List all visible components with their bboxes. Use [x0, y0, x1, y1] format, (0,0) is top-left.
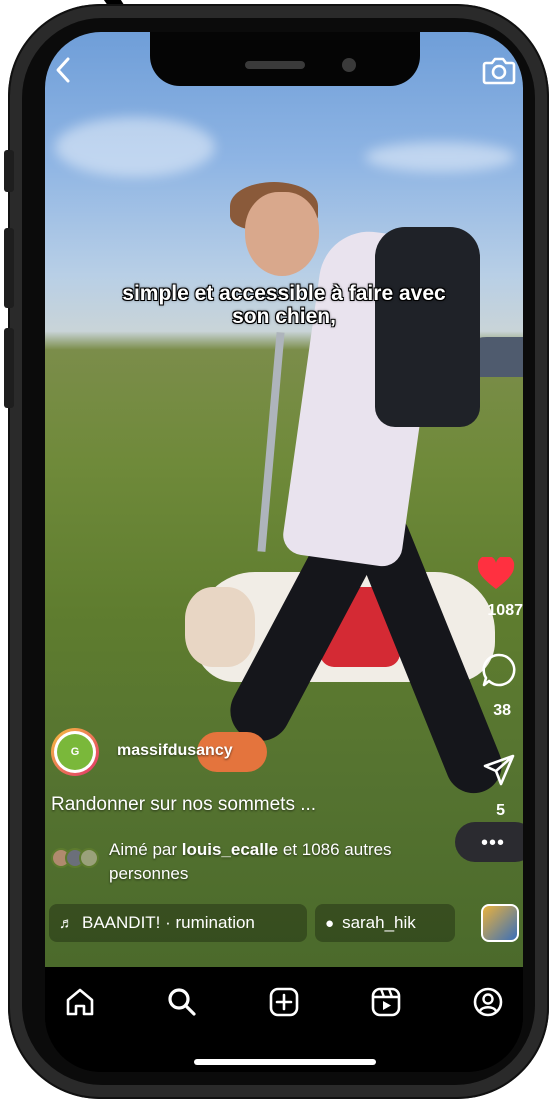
front-camera [342, 58, 356, 72]
audio-thumbnail[interactable] [481, 904, 519, 942]
phone-notch [150, 32, 420, 86]
music-pill[interactable]: ♬ BAANDIT! · rumination [49, 904, 307, 942]
like-count: 1087 [487, 602, 523, 619]
comment-icon[interactable] [481, 652, 517, 688]
liked-by-row[interactable]: Aimé par louis_ecalle et 1086 autres per… [51, 838, 451, 886]
reel-video[interactable]: simple et accessible à faire avec son ch… [45, 32, 523, 967]
liked-by-username[interactable]: louis_ecalle [182, 840, 278, 859]
avatar[interactable]: G [51, 728, 99, 776]
video-caption-overlay: simple et accessible à faire avec son ch… [122, 282, 446, 328]
bottom-navigation [45, 967, 523, 1072]
person-icon: ● [325, 915, 335, 932]
profile-icon[interactable] [471, 985, 505, 1019]
author-username[interactable]: massifdusancy [117, 742, 233, 760]
music-label: BAANDIT! · rumination [82, 913, 255, 932]
comment-count: 38 [493, 702, 511, 719]
phone-screen: simple et accessible à faire avec son ch… [45, 32, 523, 1072]
volume-down-button [4, 328, 14, 408]
reels-icon[interactable] [369, 985, 403, 1019]
tagged-user-pill[interactable]: ● sarah_hik [315, 904, 455, 942]
post-caption[interactable]: Randonner sur nos sommets ... [51, 794, 316, 816]
liker-avatars [51, 848, 103, 870]
share-count: 5 [496, 802, 505, 819]
volume-up-button [4, 228, 14, 308]
music-note-icon: ♬ [59, 915, 74, 932]
share-paper-plane-icon[interactable] [483, 754, 515, 786]
mute-switch [4, 150, 14, 192]
search-icon[interactable] [165, 985, 199, 1019]
tagged-user-label: sarah_hik [342, 913, 416, 932]
more-options-icon[interactable]: ••• [481, 832, 505, 855]
audio-row: ♬ BAANDIT! · rumination ● sarah_hik [49, 904, 523, 944]
home-indicator[interactable] [194, 1059, 376, 1065]
camera-icon[interactable] [481, 52, 517, 88]
create-icon[interactable] [267, 985, 301, 1019]
like-heart-icon[interactable] [477, 555, 515, 591]
home-icon[interactable] [63, 985, 97, 1019]
speaker-grille [245, 61, 305, 69]
liked-by-text: Aimé par louis_ecalle et 1086 autres per… [109, 840, 392, 883]
